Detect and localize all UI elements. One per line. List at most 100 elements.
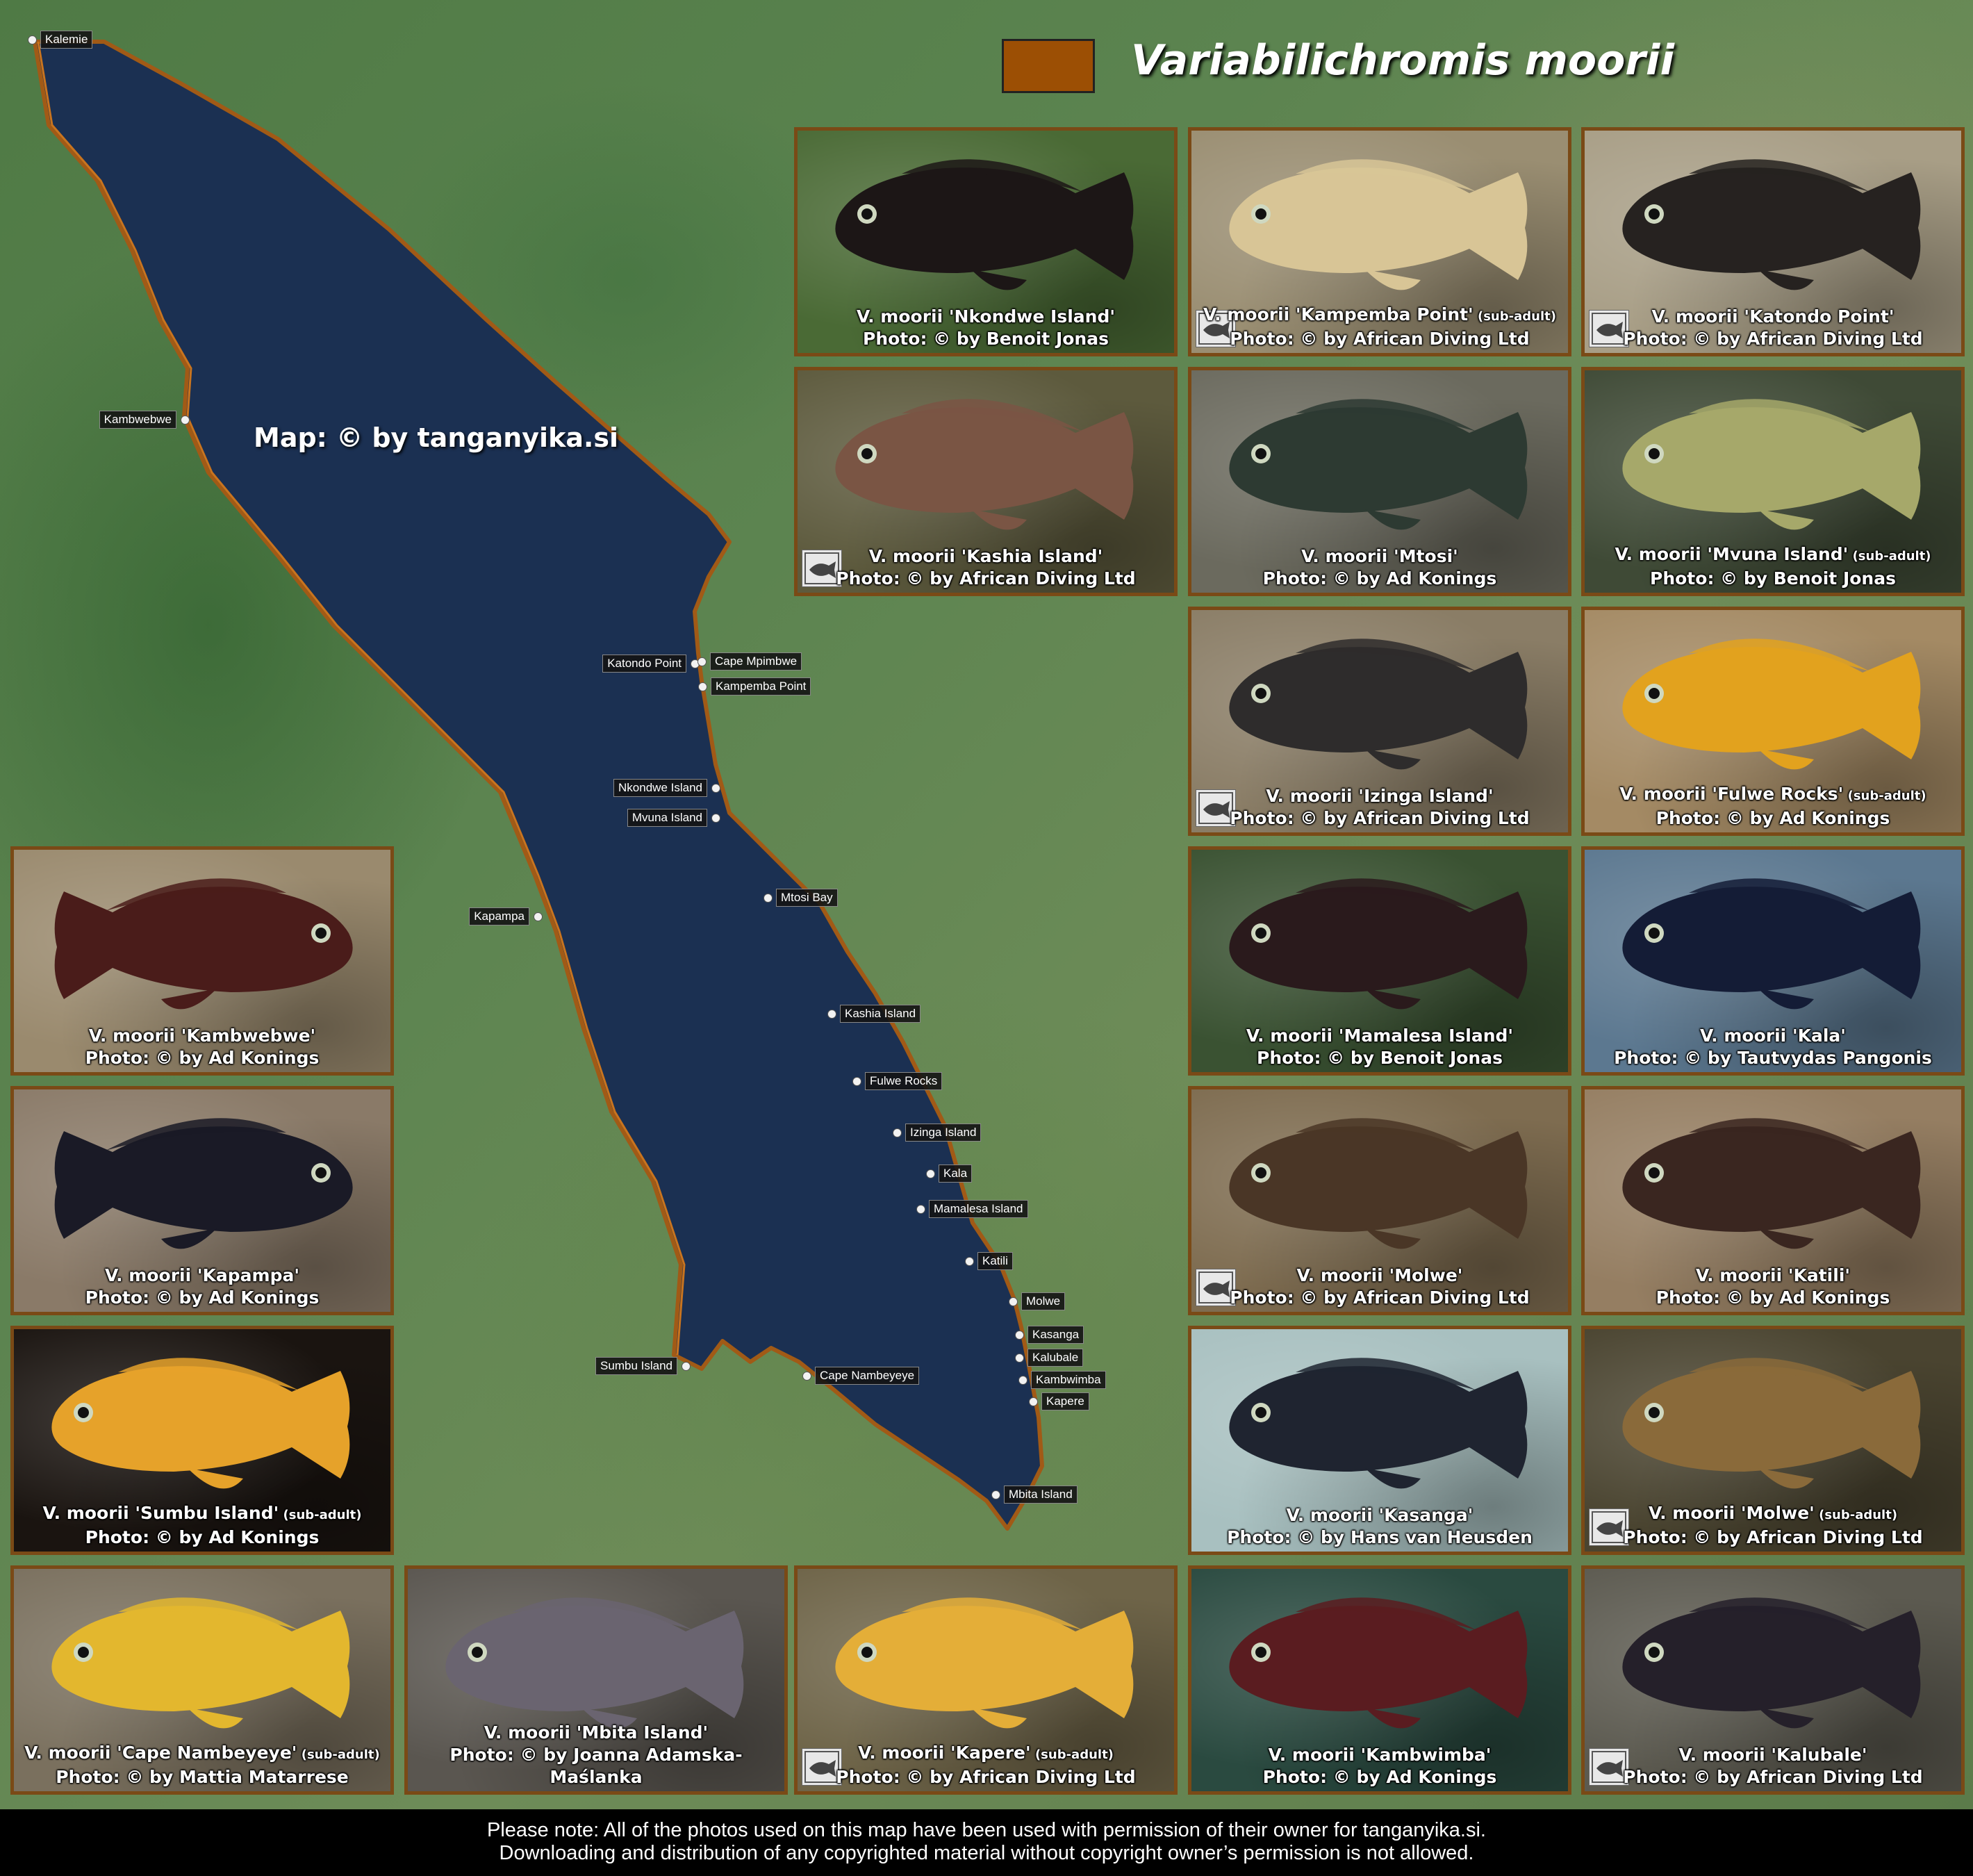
photo-tile[interactable]: V. moorii 'Mvuna Island' (sub-adult) Phot… [1581, 367, 1965, 596]
photo-credit: Photo: © by African Diving Ltd [836, 1767, 1136, 1787]
photo-tile[interactable]: V. moorii 'Izinga Island' Photo: © by Afr… [1188, 607, 1571, 836]
locality-dot [893, 1128, 902, 1137]
photo-credit: Photo: © by Joanna Adamska-Maślanka [449, 1745, 743, 1787]
locality-dot [1018, 1376, 1027, 1385]
photo-tile[interactable]: V. moorii 'Kala' Photo: © by Tautvydas Pa… [1581, 846, 1965, 1076]
photo-tile[interactable]: V. moorii 'Kambwimba' Photo: © by Ad Koni… [1188, 1565, 1571, 1795]
photo-name: V. moorii 'Fulwe Rocks' [1619, 784, 1844, 804]
photo-credit: Photo: © by African Diving Ltd [1230, 808, 1530, 828]
footer-line-2: Downloading and distribution of any copy… [499, 1842, 1474, 1864]
locality-dot [916, 1205, 925, 1214]
photo-caption: V. moorii 'Kashia Island' Photo: © by Afr… [798, 545, 1174, 590]
photo-age-note: (sub-adult) [1030, 1747, 1114, 1762]
photo-tile[interactable]: V. moorii 'Mbita Island' Photo: © by Joan… [404, 1565, 788, 1795]
photo-tile[interactable]: V. moorii 'Katili' Photo: © by Ad Konings [1581, 1086, 1965, 1315]
photo-tile[interactable]: V. moorii 'Kampemba Point' (sub-adult) Ph… [1188, 127, 1571, 356]
photo-caption: V. moorii 'Molwe' Photo: © by African Div… [1191, 1265, 1568, 1309]
photo-tile[interactable]: V. moorii 'Mamalesa Island' Photo: © by B… [1188, 846, 1571, 1076]
photo-age-note: (sub-adult) [1473, 309, 1556, 324]
locality-dot [1029, 1397, 1038, 1406]
photo-caption: V. moorii 'Katili' Photo: © by Ad Konings [1585, 1265, 1961, 1309]
photo-name-line: V. moorii 'Kashia Island' [798, 545, 1174, 568]
photo-credit: Photo: © by Benoit Jonas [1257, 1048, 1503, 1068]
photo-caption: V. moorii 'Nkondwe Island' Photo: © by Be… [798, 306, 1174, 350]
photo-caption: V. moorii 'Kambwebwe' Photo: © by Ad Koni… [14, 1025, 390, 1069]
photo-tile[interactable]: V. moorii 'Nkondwe Island' Photo: © by Be… [794, 127, 1178, 356]
photo-credit: Photo: © by Mattia Matarrese [56, 1767, 349, 1787]
photo-credit: Photo: © by African Diving Ltd [1230, 329, 1530, 349]
photo-caption: V. moorii 'Cape Nambeyeye' (sub-adult) Ph… [14, 1742, 390, 1788]
photo-tile[interactable]: V. moorii 'Katondo Point' Photo: © by Afr… [1581, 127, 1965, 356]
photo-caption: V. moorii 'Mvuna Island' (sub-adult) Phot… [1585, 543, 1961, 590]
legend-swatch [1002, 39, 1095, 93]
photo-credit: Photo: © by African Diving Ltd [836, 568, 1136, 589]
photo-tile[interactable]: V. moorii 'Kapampa' Photo: © by Ad Koning… [10, 1086, 394, 1315]
photo-name: V. moorii 'Mvuna Island' [1615, 544, 1849, 564]
locality-dot [181, 415, 190, 425]
photo-caption: V. moorii 'Mamalesa Island' Photo: © by B… [1191, 1025, 1568, 1069]
photo-tile[interactable]: V. moorii 'Molwe' (sub-adult) Photo: © by… [1581, 1326, 1965, 1555]
photo-age-note: (sub-adult) [1814, 1508, 1898, 1522]
photo-tile[interactable]: V. moorii 'Kasanga' Photo: © by Hans van … [1188, 1326, 1571, 1555]
photo-tile[interactable]: V. moorii 'Molwe' Photo: © by African Div… [1188, 1086, 1571, 1315]
photo-name: V. moorii 'Kasanga' [1286, 1505, 1473, 1525]
locality-dot [802, 1372, 811, 1381]
locality-label: Kasanga [1027, 1326, 1084, 1344]
photo-name-line: V. moorii 'Mamalesa Island' [1191, 1025, 1568, 1047]
locality-dot [534, 912, 543, 921]
photo-name-line: V. moorii 'Katili' [1585, 1265, 1961, 1287]
photo-tile[interactable]: V. moorii 'Kashia Island' Photo: © by Afr… [794, 367, 1178, 596]
photo-name: V. moorii 'Mbita Island' [484, 1722, 709, 1743]
photo-tile[interactable]: V. moorii 'Kambwebwe' Photo: © by Ad Koni… [10, 846, 394, 1076]
photo-credit: Photo: © by Ad Konings [85, 1048, 320, 1068]
locality-dot [852, 1077, 861, 1086]
locality-label: Mvuna Island [627, 809, 707, 827]
locality-label: Kampemba Point [711, 677, 811, 696]
photo-credit: Photo: © by African Diving Ltd [1623, 1767, 1923, 1787]
footer-note: Please note: All of the photos used on t… [0, 1809, 1973, 1876]
photo-tile[interactable]: V. moorii 'Fulwe Rocks' (sub-adult) Photo… [1581, 607, 1965, 836]
photo-credit: Photo: © by Ad Konings [1262, 1767, 1497, 1787]
photo-credit: Photo: © by African Diving Ltd [1623, 329, 1923, 349]
locality-label: Kambwimba [1031, 1371, 1106, 1389]
locality-dot [926, 1169, 935, 1178]
photo-tile[interactable]: V. moorii 'Cape Nambeyeye' (sub-adult) Ph… [10, 1565, 394, 1795]
photo-caption: V. moorii 'Fulwe Rocks' (sub-adult) Photo… [1585, 783, 1961, 830]
photo-name-line: V. moorii 'Kalubale' [1585, 1744, 1961, 1766]
photo-credit: Photo: © by Tautvydas Pangonis [1614, 1048, 1932, 1068]
locality-dot [682, 1362, 691, 1371]
photo-name-line: V. moorii 'Kapere' (sub-adult) [798, 1742, 1174, 1766]
locality-label: Katili [977, 1252, 1013, 1270]
locality-dot [711, 784, 720, 793]
photo-name: V. moorii 'Mamalesa Island' [1246, 1026, 1514, 1046]
locality-label: Katondo Point [602, 655, 686, 673]
photo-name-line: V. moorii 'Fulwe Rocks' (sub-adult) [1585, 783, 1961, 807]
photo-name-line: V. moorii 'Mbita Island' [408, 1722, 784, 1744]
locality-label: Kapampa [469, 907, 529, 925]
photo-tile[interactable]: V. moorii 'Kalubale' Photo: © by African … [1581, 1565, 1965, 1795]
photo-age-note: (sub-adult) [279, 1508, 362, 1522]
photo-caption: V. moorii 'Mbita Island' Photo: © by Joan… [408, 1722, 784, 1788]
locality-label: Mamalesa Island [929, 1200, 1028, 1218]
locality-label: Kalubale [1027, 1349, 1084, 1367]
photo-name-line: V. moorii 'Mvuna Island' (sub-adult) [1585, 543, 1961, 568]
locality-label: Sumbu Island [595, 1357, 677, 1375]
photo-tile[interactable]: V. moorii 'Sumbu Island' (sub-adult) Phot… [10, 1326, 394, 1555]
photo-name: V. moorii 'Kalubale' [1678, 1745, 1867, 1765]
photo-credit: Photo: © by Ad Konings [1262, 568, 1497, 589]
locality-dot [965, 1257, 974, 1266]
photo-name-line: V. moorii 'Sumbu Island' (sub-adult) [14, 1502, 390, 1527]
photo-tile[interactable]: V. moorii 'Kapere' (sub-adult) Photo: © b… [794, 1565, 1178, 1795]
photo-credit: Photo: © by Ad Konings [1656, 1287, 1890, 1308]
species-title: Variabilichromis moorii [1131, 36, 1675, 85]
footer-line-1: Please note: All of the photos used on t… [487, 1819, 1486, 1841]
photo-name: V. moorii 'Kapere' [858, 1743, 1031, 1763]
locality-label: Kala [939, 1165, 973, 1183]
photo-name-line: V. moorii 'Molwe' (sub-adult) [1585, 1502, 1961, 1527]
locality-label: Cape Mpimbwe [710, 652, 802, 670]
locality-dot [711, 814, 720, 823]
locality-label: Mtosi Bay [776, 889, 838, 907]
photo-tile[interactable]: V. moorii 'Mtosi' Photo: © by Ad Konings [1188, 367, 1571, 596]
photo-credit: Photo: © by Hans van Heusden [1227, 1527, 1533, 1547]
photo-caption: V. moorii 'Kasanga' Photo: © by Hans van … [1191, 1504, 1568, 1549]
